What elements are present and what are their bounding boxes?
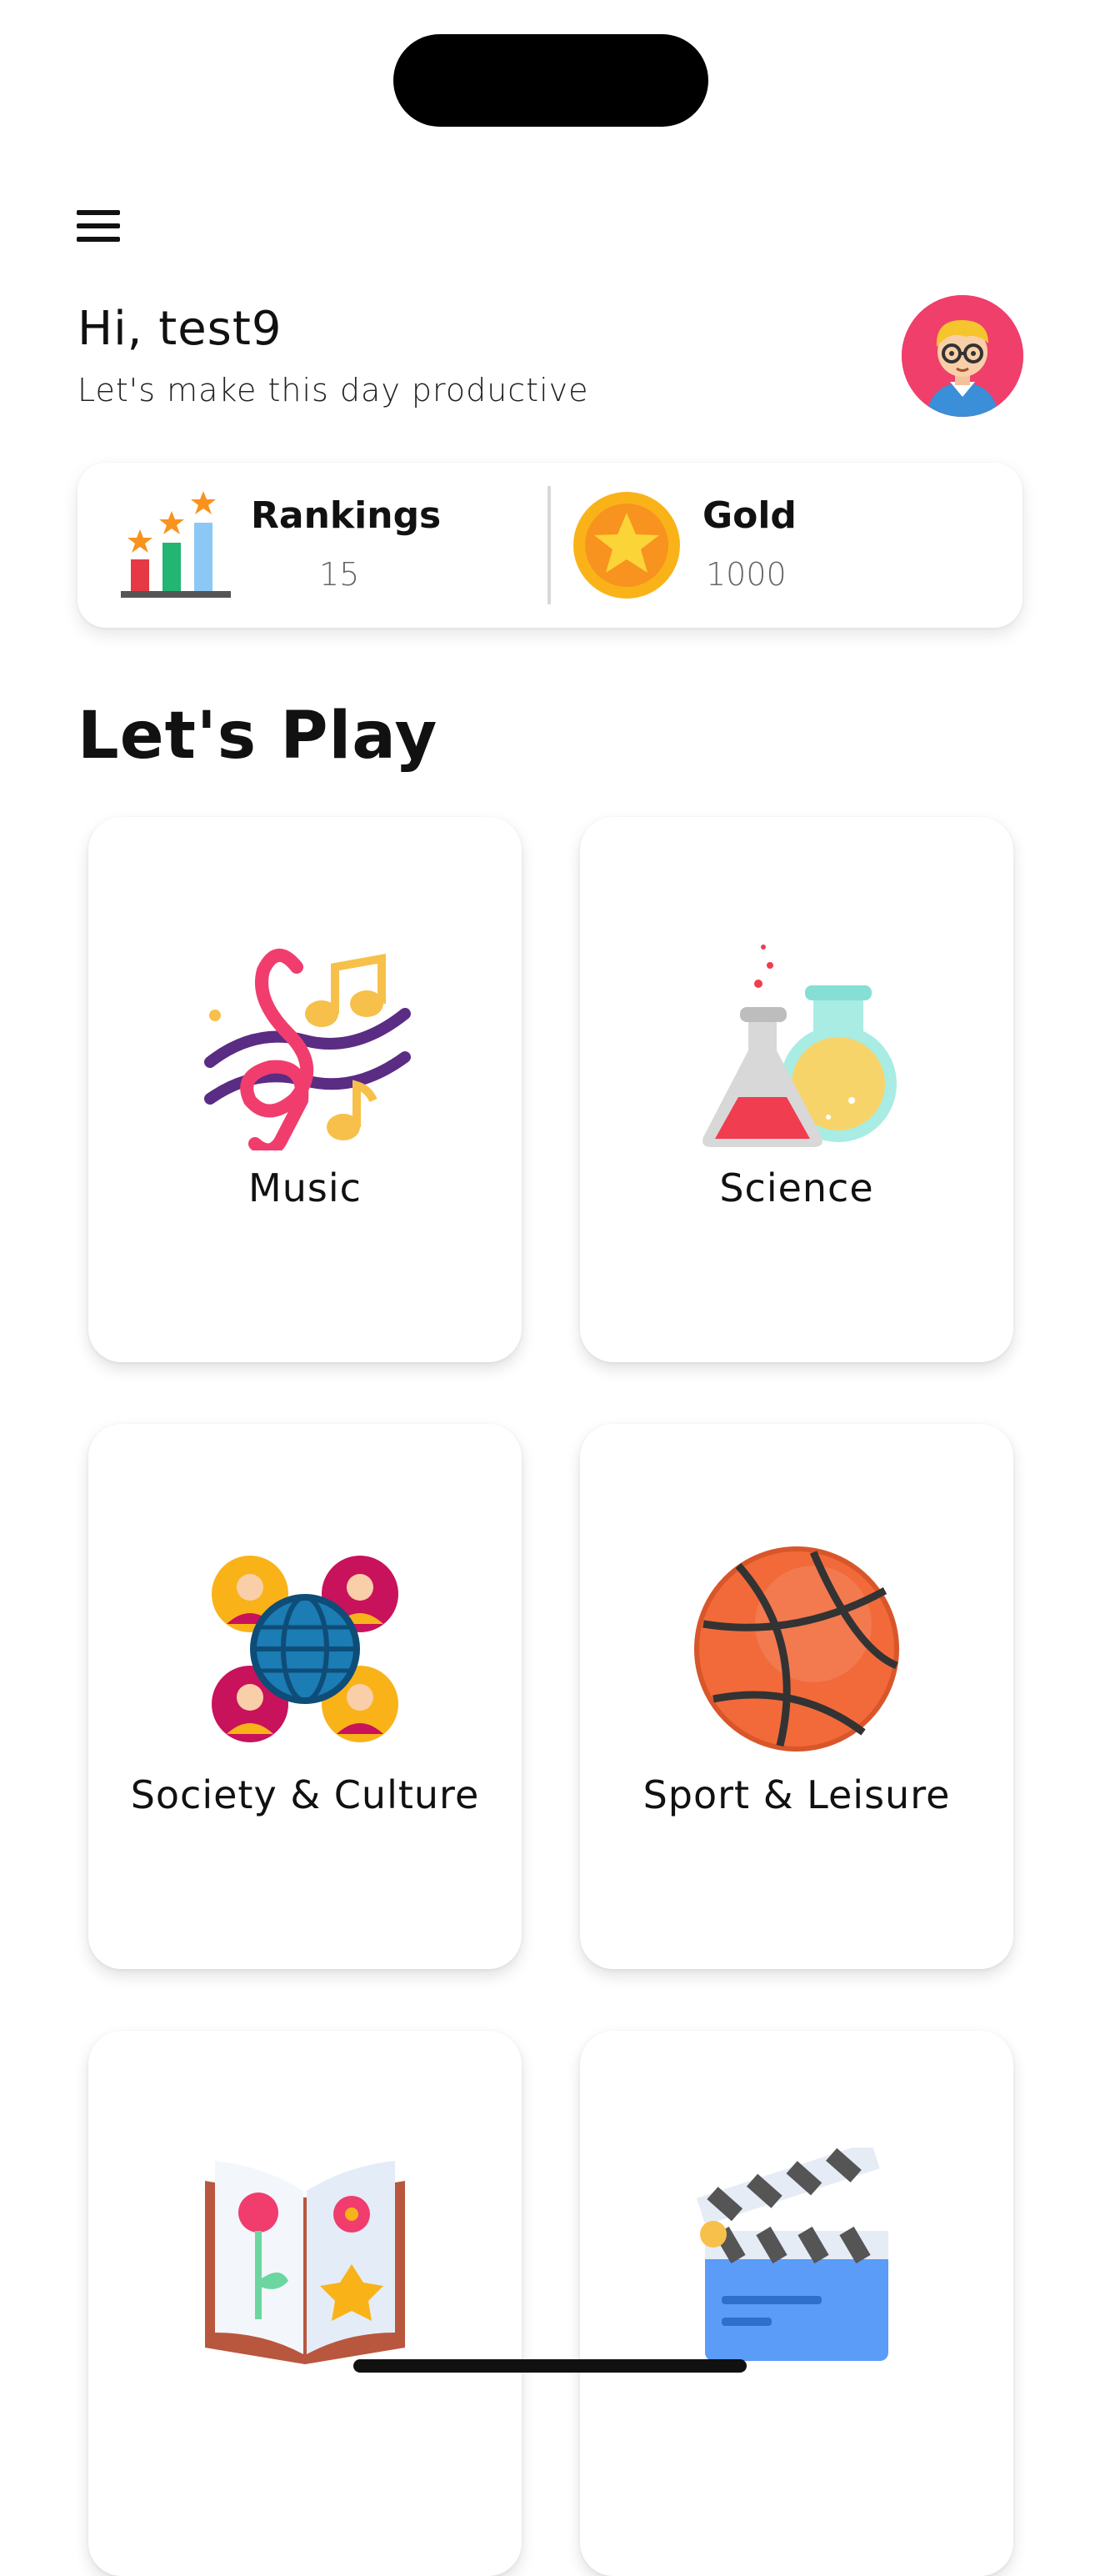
category-card-movies[interactable] — [580, 2031, 1013, 2576]
hamburger-line — [77, 237, 120, 242]
category-card-book[interactable] — [88, 2031, 522, 2576]
boy-with-glasses-avatar-icon — [902, 295, 1023, 417]
category-label: Science — [719, 1165, 874, 1210]
science-flasks-icon — [702, 945, 897, 1147]
gold-coin-icon — [573, 492, 680, 599]
category-label: Sport & Leisure — [642, 1772, 951, 1817]
category-card-science[interactable]: Science — [580, 817, 1013, 1362]
gold-value: 1000 — [706, 556, 787, 593]
category-card-music[interactable]: Music — [88, 817, 522, 1362]
dynamic-island — [393, 34, 708, 127]
category-label: Music — [248, 1165, 362, 1210]
category-label: Society & Culture — [130, 1772, 480, 1817]
basketball-icon — [694, 1546, 899, 1752]
stats-divider — [548, 486, 551, 604]
home-indicator[interactable] — [353, 2359, 747, 2373]
category-card-sport-leisure[interactable]: Sport & Leisure — [580, 1424, 1013, 1969]
clapperboard-icon — [696, 2148, 888, 2361]
stats-card: Rankings 15 Gold 1000 — [78, 463, 1022, 628]
hamburger-line — [77, 223, 120, 228]
avatar[interactable] — [902, 295, 1023, 417]
globe-people-icon — [212, 1556, 398, 1742]
hamburger-menu-icon — [77, 210, 120, 215]
menu-button[interactable] — [72, 203, 130, 247]
rankings-label: Rankings — [251, 494, 442, 537]
ranking-bars-icon — [121, 491, 231, 598]
greeting-title: Hi, test9 — [78, 302, 282, 356]
section-title: Let's Play — [78, 699, 438, 774]
greeting-subtitle: Let's make this day productive — [78, 372, 589, 408]
rankings-value: 15 — [319, 556, 360, 593]
music-notes-icon — [204, 949, 411, 1150]
open-book-icon — [205, 2161, 405, 2364]
category-card-society-culture[interactable]: Society & Culture — [88, 1424, 522, 1969]
gold-label: Gold — [702, 494, 797, 537]
